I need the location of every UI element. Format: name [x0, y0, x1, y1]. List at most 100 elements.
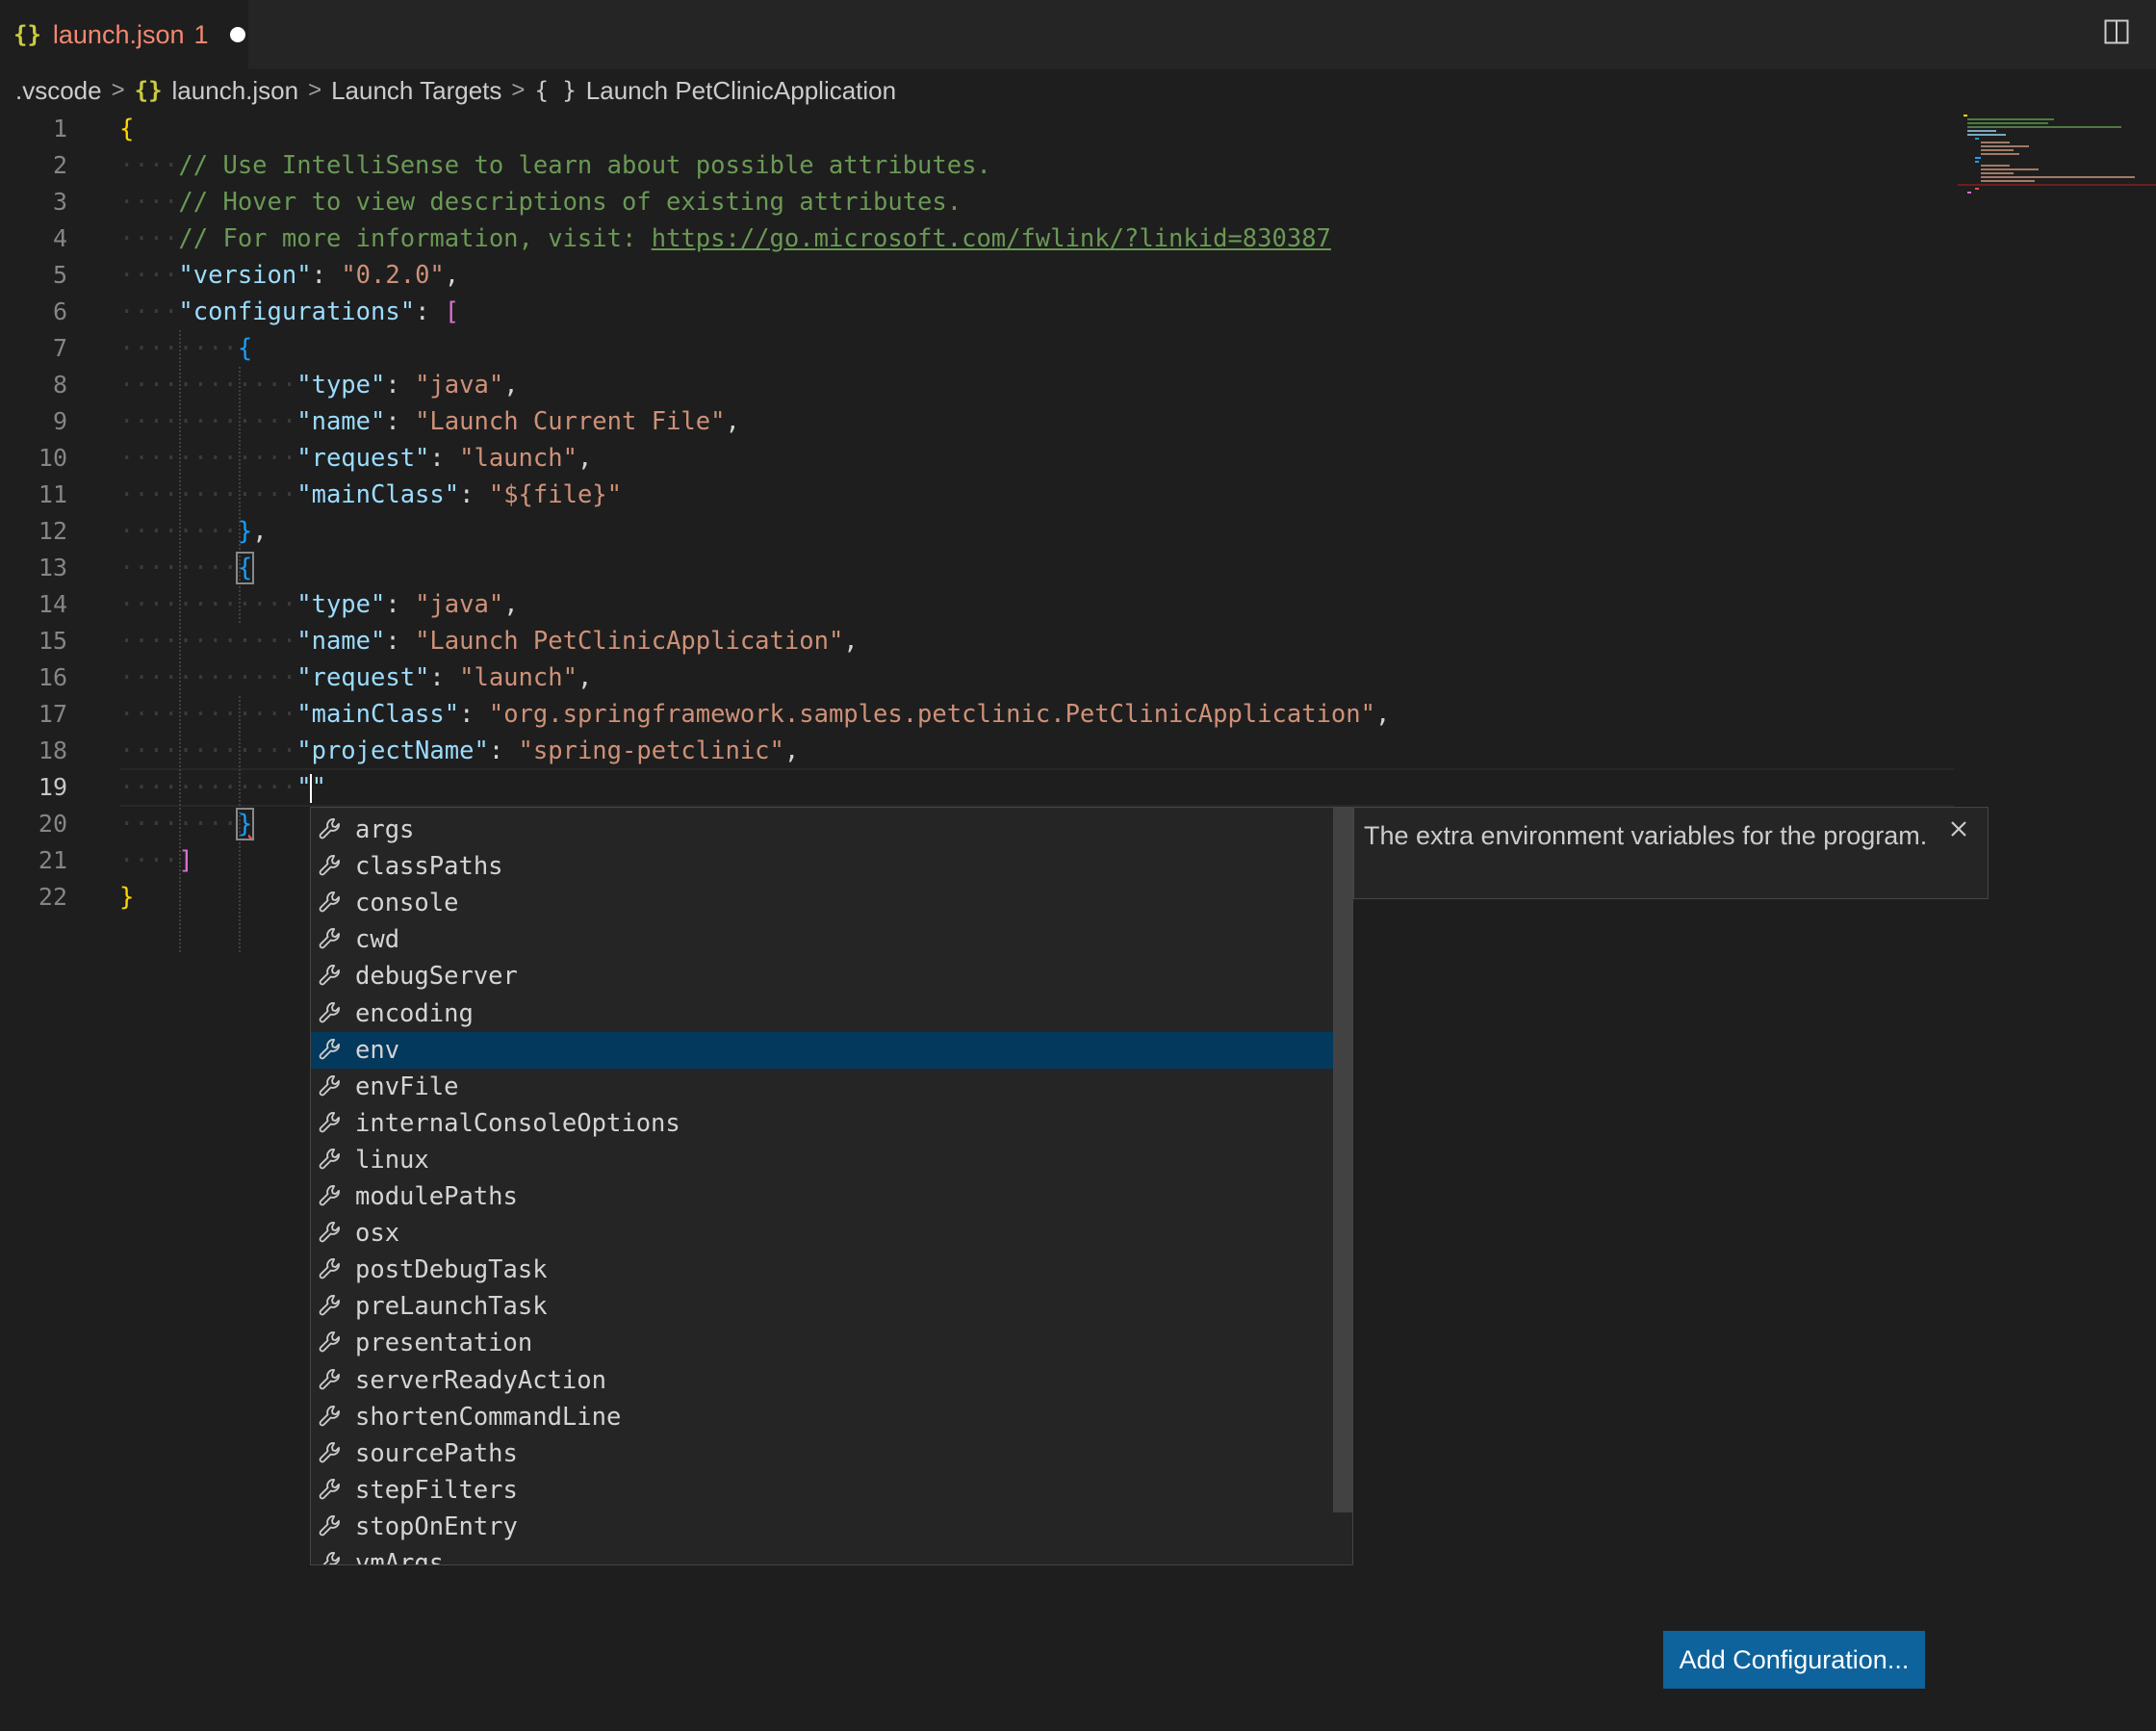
wrench-icon	[319, 928, 340, 949]
wrench-icon	[319, 1111, 340, 1133]
tab-bar: {} launch.json 1	[0, 0, 2156, 69]
suggestion-label: serverReadyAction	[355, 1365, 606, 1395]
suggestion-label: debugServer	[355, 962, 518, 992]
suggestion-label: shortenCommandLine	[355, 1402, 622, 1432]
suggestion-item-encoding[interactable]: encoding	[311, 995, 1333, 1032]
suggestion-label: stopOnEntry	[355, 1511, 518, 1541]
breadcrumb-section[interactable]: Launch Targets	[331, 76, 501, 106]
wrench-icon	[319, 1478, 340, 1500]
suggestion-details: The extra environment variables for the …	[1353, 807, 1989, 899]
breadcrumb-target[interactable]: Launch PetClinicApplication	[586, 76, 896, 106]
wrench-icon	[319, 1441, 340, 1462]
code-line: 3 ····// Hover to view descriptions of e…	[52, 188, 962, 217]
wrench-icon	[319, 1368, 340, 1389]
suggestion-item-stoponentry[interactable]: stopOnEntry	[311, 1509, 1333, 1545]
code-line: 16 ············"request": "launch",	[38, 663, 593, 692]
suggestion-label: osx	[355, 1219, 400, 1249]
wrench-icon	[319, 1514, 340, 1537]
suggestion-label: modulePaths	[355, 1182, 518, 1211]
breadcrumb-folder[interactable]: .vscode	[15, 76, 102, 106]
unsaved-dot-icon[interactable]	[229, 27, 245, 42]
close-icon[interactable]	[1947, 817, 1970, 840]
tab-label: launch.json	[52, 19, 185, 49]
suggestion-label: encoding	[355, 998, 474, 1028]
code-line: 2 ····// Use IntelliSense to learn about…	[52, 151, 991, 180]
fwlink-link[interactable]: https://go.microsoft.com/fwlink/?linkid=…	[652, 224, 1331, 253]
code-line: 4 ····// For more information, visit: ht…	[52, 224, 1331, 253]
wrench-icon	[319, 1038, 340, 1059]
chevron-right-icon: >	[308, 77, 322, 103]
suggestion-label: postDebugTask	[355, 1255, 548, 1285]
problem-count-badge: 1	[193, 19, 209, 49]
suggestion-scrollbar[interactable]	[1333, 808, 1352, 1512]
code-line: 14 ············"type": "java",	[38, 590, 519, 619]
minimap[interactable]	[1958, 111, 2156, 207]
chevron-right-icon: >	[511, 77, 526, 103]
suggestion-label: presentation	[355, 1329, 533, 1358]
wrench-icon	[319, 1074, 340, 1096]
suggestion-item-prelaunchtask[interactable]: preLaunchTask	[311, 1288, 1333, 1325]
object-icon: { }	[534, 77, 577, 104]
suggestion-item-modulepaths[interactable]: modulePaths	[311, 1178, 1333, 1215]
wrench-icon	[319, 855, 340, 876]
suggestion-item-postdebugtask[interactable]: postDebugTask	[311, 1252, 1333, 1288]
suggestion-item-env[interactable]: env	[311, 1031, 1333, 1069]
json-file-icon: {}	[134, 77, 163, 104]
typing-key: ""	[296, 773, 326, 803]
suggestion-item-serverreadyaction[interactable]: serverReadyAction	[311, 1362, 1333, 1399]
suggestion-list[interactable]: args classPaths console cwd debugServer encod…	[310, 807, 1353, 1565]
wrench-icon	[319, 1222, 340, 1243]
wrench-icon	[319, 1185, 340, 1206]
suggestion-item-classpaths[interactable]: classPaths	[311, 848, 1333, 885]
suggestion-label: stepFilters	[355, 1475, 518, 1505]
wrench-icon	[319, 891, 340, 913]
code-line: 10 ············"request": "launch",	[38, 444, 593, 473]
wrench-icon	[319, 1258, 340, 1279]
details-text: The extra environment variables for the …	[1364, 821, 1928, 850]
suggestion-label: cwd	[355, 925, 400, 955]
suggestion-item-presentation[interactable]: presentation	[311, 1325, 1333, 1361]
suggestion-item-osx[interactable]: osx	[311, 1215, 1333, 1252]
chevron-right-icon: >	[111, 77, 125, 103]
code-line: 5 ····"version": "0.2.0",	[52, 261, 460, 290]
wrench-icon	[319, 1295, 340, 1316]
suggestion-item-vmargs[interactable]: vmArgs	[311, 1545, 1333, 1564]
suggestion-label: console	[355, 889, 459, 918]
code-line: 9 ············"name": "Launch Current Fi…	[52, 407, 740, 436]
code-line: 7 ········{	[52, 334, 253, 363]
code-line: 12 ········},	[38, 517, 268, 546]
suggestion-item-cwd[interactable]: cwd	[311, 921, 1333, 958]
suggestion-label: args	[355, 815, 415, 844]
suggestion-label: preLaunchTask	[355, 1292, 548, 1322]
suggestion-item-linux[interactable]: linux	[311, 1142, 1333, 1178]
suggestion-item-args[interactable]: args	[311, 812, 1333, 848]
code-line-current: 19 ············""	[38, 773, 326, 803]
wrench-icon	[319, 818, 340, 840]
suggestion-label: env	[355, 1035, 400, 1065]
suggestion-item-sourcepaths[interactable]: sourcePaths	[311, 1435, 1333, 1472]
suggestion-item-internalconsoleoptions[interactable]: internalConsoleOptions	[311, 1105, 1333, 1142]
split-editor-icon[interactable]	[2104, 19, 2129, 44]
suggestion-item-envfile[interactable]: envFile	[311, 1069, 1333, 1105]
suggestion-item-debugserver[interactable]: debugServer	[311, 958, 1333, 995]
json-file-icon: {}	[13, 21, 41, 48]
wrench-icon	[319, 1148, 340, 1170]
code-line: 1 {	[52, 115, 135, 143]
code-line: 17 ············"mainClass": "org.springf…	[38, 700, 1391, 729]
suggestion-label: envFile	[355, 1072, 459, 1101]
code-line: 15 ············"name": "Launch PetClinic…	[38, 627, 859, 656]
wrench-icon	[319, 1405, 340, 1426]
breadcrumb-file[interactable]: launch.json	[172, 76, 299, 106]
wrench-icon	[319, 1331, 340, 1353]
wrench-icon	[319, 965, 340, 986]
code-line: 6 ····"configurations": [	[52, 297, 460, 326]
add-configuration-button[interactable]: Add Configuration...	[1663, 1631, 1925, 1689]
suggestion-label: sourcePaths	[355, 1438, 518, 1468]
wrench-icon	[322, 1552, 340, 1564]
suggestion-item-console[interactable]: console	[311, 885, 1333, 921]
code-line: 11 ············"mainClass": "${file}"	[38, 480, 623, 509]
suggestion-item-stepfilters[interactable]: stepFilters	[311, 1472, 1333, 1509]
suggestion-item-shortencommandline[interactable]: shortenCommandLine	[311, 1399, 1333, 1435]
wrench-icon	[319, 1001, 340, 1022]
tab-launch-json[interactable]: {} launch.json 1	[0, 0, 248, 69]
